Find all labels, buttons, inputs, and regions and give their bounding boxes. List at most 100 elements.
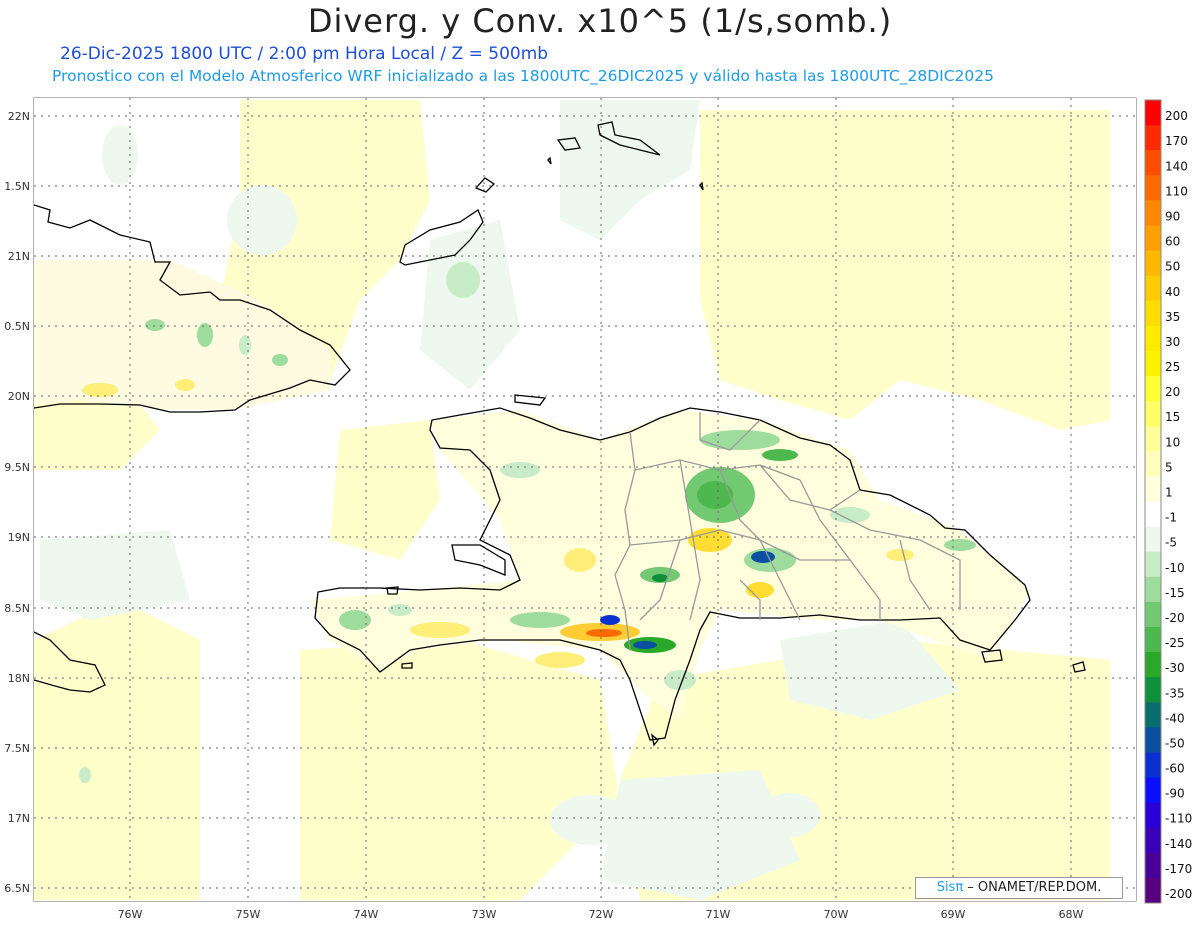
colorbar-swatch <box>1145 376 1161 402</box>
lat-label: 21N <box>8 250 30 263</box>
colorbar-label: 40 <box>1165 285 1180 299</box>
colorbar-label: 140 <box>1165 159 1188 173</box>
colorbar-swatch <box>1145 827 1161 854</box>
credit-text: – ONAMET/REP.DOM. <box>963 880 1102 895</box>
colorbar-swatch <box>1145 100 1161 126</box>
colorbar-swatch <box>1145 250 1161 277</box>
colorbar-label: -10 <box>1165 561 1185 575</box>
colorbar-label: 20 <box>1165 385 1180 399</box>
lon-label: 73W <box>472 908 497 921</box>
colorbar-swatch <box>1145 652 1161 678</box>
colorbar-label: 90 <box>1165 209 1180 223</box>
colorbar-label: -15 <box>1165 586 1185 600</box>
convergence-area <box>79 767 91 783</box>
colorbar-label: -170 <box>1165 862 1192 876</box>
colorbar-swatch <box>1145 576 1161 603</box>
lon-label: 68W <box>1059 908 1084 921</box>
colorbar-swatch <box>1145 300 1161 327</box>
colorbar-label: 35 <box>1165 310 1180 324</box>
lon-label: 75W <box>236 908 261 921</box>
colorbar-swatch <box>1145 200 1161 226</box>
convergence-area <box>446 262 480 298</box>
lat-label: 1.5N <box>4 180 30 193</box>
longitude-labels: 76W 75W 74W 73W 72W 71W 70W 69W 68W <box>118 908 1084 921</box>
lon-label: 76W <box>118 908 143 921</box>
colorbar-label: -60 <box>1165 762 1185 776</box>
lon-label: 71W <box>706 908 731 921</box>
colorbar-label: 25 <box>1165 360 1180 374</box>
colorbar-swatch <box>1145 677 1161 703</box>
colorbar-swatch <box>1145 476 1161 502</box>
colorbar-swatch <box>1145 150 1161 176</box>
colorbar-label: -50 <box>1165 736 1185 750</box>
lat-label: 20N <box>8 390 30 403</box>
colorbar: 200 170 140 110 90 60 50 40 35 30 25 20 15 10 5 1 -1 -5 -1… <box>1144 99 1192 904</box>
colorbar-label: 50 <box>1165 260 1180 274</box>
lat-label: 22N <box>8 110 30 123</box>
convergence-area <box>760 793 820 837</box>
colorbar-swatch <box>1145 175 1161 201</box>
colorbar-label: 110 <box>1165 184 1188 198</box>
colorbar-swatch <box>1145 225 1161 252</box>
colorbar-label: -30 <box>1165 661 1185 675</box>
lon-label: 72W <box>589 908 614 921</box>
lat-label: 8.5N <box>4 602 30 615</box>
colorbar-label: -25 <box>1165 636 1185 650</box>
colorbar-swatch <box>1145 401 1161 427</box>
colorbar-swatch <box>1145 551 1161 578</box>
forecast-map: 22N 1.5N 21N 0.5N 20N 9.5N 19N 8.5N 18N … <box>4 97 1192 921</box>
colorbar-swatch <box>1145 275 1161 302</box>
colorbar-swatch <box>1145 501 1161 528</box>
colorbar-label: 60 <box>1165 235 1180 249</box>
colorbar-swatch <box>1145 702 1161 728</box>
colorbar-swatch <box>1145 877 1161 904</box>
colorbar-label: -90 <box>1165 787 1185 801</box>
colorbar-label: 170 <box>1165 134 1188 148</box>
colorbar-swatch <box>1145 777 1161 804</box>
colorbar-swatch <box>1145 802 1161 829</box>
convergence-area <box>550 795 630 845</box>
colorbar-label: -40 <box>1165 711 1185 725</box>
colorbar-swatch <box>1145 752 1161 779</box>
colorbar-label: 200 <box>1165 109 1188 123</box>
colorbar-label: 30 <box>1165 335 1180 349</box>
colorbar-label: -35 <box>1165 686 1185 700</box>
colorbar-label: 15 <box>1165 410 1180 424</box>
colorbar-swatch <box>1145 727 1161 753</box>
sispi-logo: Sisπ <box>936 880 964 895</box>
colorbar-swatch <box>1145 852 1161 879</box>
colorbar-label: -200 <box>1165 887 1192 901</box>
divergence-area <box>34 600 200 900</box>
colorbar-label: 5 <box>1165 460 1173 474</box>
colorbar-label: 1 <box>1165 486 1173 500</box>
colorbar-label: 10 <box>1165 435 1180 449</box>
colorbar-label: -110 <box>1165 812 1192 826</box>
colorbar-swatch <box>1145 426 1161 452</box>
colorbar-swatch <box>1145 125 1161 151</box>
colorbar-swatch <box>1145 350 1161 377</box>
field-layer <box>34 98 1136 901</box>
lat-label: 17N <box>8 812 30 825</box>
lat-label: 19N <box>8 531 30 544</box>
latitude-labels: 22N 1.5N 21N 0.5N 20N 9.5N 19N 8.5N 18N … <box>4 110 30 895</box>
colorbar-swatch <box>1145 325 1161 352</box>
lon-label: 69W <box>941 908 966 921</box>
lat-label: 6.5N <box>4 882 30 895</box>
credit-box: Sisπ – ONAMET/REP.DOM. <box>915 877 1123 899</box>
colorbar-swatch <box>1145 526 1161 553</box>
lon-label: 74W <box>354 908 379 921</box>
lat-label: 7.5N <box>4 742 30 755</box>
lat-label: 18N <box>8 672 30 685</box>
convergence-area <box>227 185 297 255</box>
colorbar-label: -140 <box>1165 837 1192 851</box>
convergence-area <box>102 125 138 185</box>
colorbar-label: -20 <box>1165 611 1185 625</box>
colorbar-swatch <box>1145 451 1161 477</box>
colorbar-label: -5 <box>1165 536 1177 550</box>
lat-label: 0.5N <box>4 320 30 333</box>
colorbar-swatch <box>1145 626 1161 653</box>
colorbar-label: -1 <box>1165 511 1177 525</box>
colorbar-swatch <box>1145 601 1161 628</box>
lat-label: 9.5N <box>4 461 30 474</box>
lon-label: 70W <box>824 908 849 921</box>
